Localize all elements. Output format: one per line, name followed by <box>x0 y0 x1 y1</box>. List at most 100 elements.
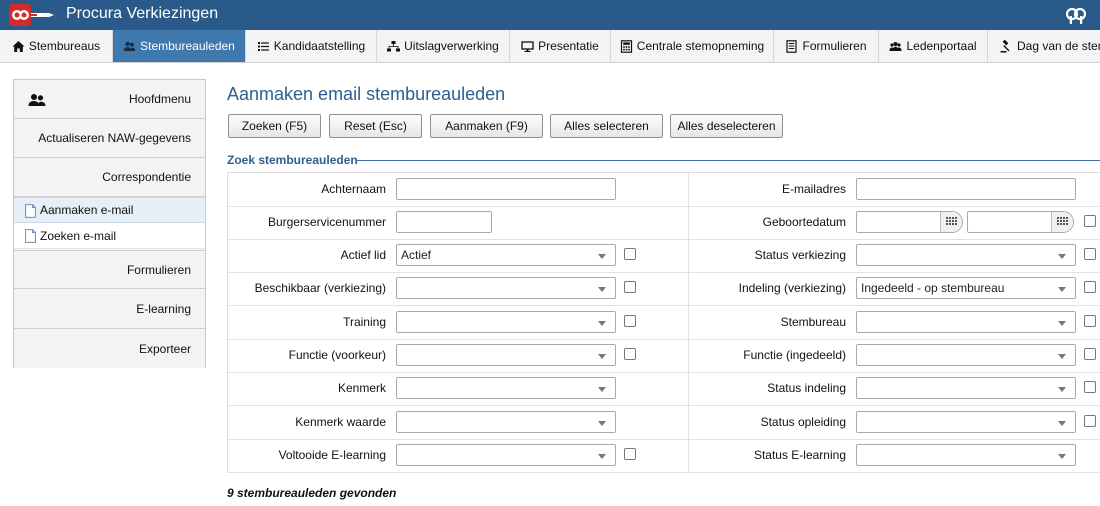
indeling-verkiezing-select[interactable]: Ingedeeld - op stembureau <box>856 277 1076 299</box>
chevron-down-icon <box>598 387 606 392</box>
voltooide-elearning-select[interactable] <box>396 444 616 466</box>
calendar-icon[interactable] <box>1051 212 1073 232</box>
document-icon <box>25 204 36 218</box>
actief-lid-select[interactable]: Actief <box>396 244 616 266</box>
functie-voorkeur-select[interactable] <box>396 344 616 366</box>
tab-centrale-stemopneming[interactable]: Centrale stemopneming <box>611 30 774 62</box>
tab-dag-van-de-stem[interactable]: Dag van de stem <box>988 30 1100 62</box>
functie-ingedeeld-checkbox[interactable] <box>1084 348 1096 360</box>
row-divider <box>228 272 1100 273</box>
field-label: Functie (ingedeeld) <box>743 348 846 362</box>
column-divider <box>688 173 689 473</box>
field-label: Kenmerk <box>337 381 386 395</box>
tab-label: Ledenportaal <box>906 39 977 53</box>
document-icon <box>785 39 798 53</box>
field-label: Burgerservicenummer <box>267 215 386 229</box>
field-label: E-mailadres <box>781 182 846 196</box>
row-divider <box>228 439 1100 440</box>
field-label: Kenmerk waarde <box>295 415 386 429</box>
calendar-icon[interactable] <box>940 212 962 232</box>
select-all-button[interactable]: Alles selecteren <box>550 114 663 138</box>
search-button[interactable]: Zoeken (F5) <box>228 114 321 138</box>
tab-label: Kandidaatstelling <box>273 39 366 53</box>
sidebar-item-actualiseren-naw[interactable]: Actualiseren NAW-gegevens <box>14 119 205 158</box>
beschikbaar-checkbox[interactable] <box>624 281 636 293</box>
status-elearning-select[interactable] <box>856 444 1076 466</box>
field-label: Status indeling <box>767 381 846 395</box>
row-divider <box>228 239 1100 240</box>
app-logo-icon <box>9 4 54 26</box>
status-verkiezing-checkbox[interactable] <box>1084 248 1096 260</box>
chevron-down-icon <box>1058 354 1066 359</box>
field-label: Training <box>343 315 386 329</box>
section-title: Zoek stembureauleden <box>227 153 358 167</box>
app-title: Procura Verkiezingen <box>66 5 219 22</box>
tab-uitslagverwerking[interactable]: Uitslagverwerking <box>377 30 510 62</box>
chevron-down-icon <box>1058 254 1066 259</box>
status-opleiding-checkbox[interactable] <box>1084 415 1096 427</box>
create-button[interactable]: Aanmaken (F9) <box>430 114 543 138</box>
training-select[interactable] <box>396 311 616 333</box>
kenmerk-waarde-select[interactable] <box>396 411 616 433</box>
geboortedatum-checkbox[interactable] <box>1084 215 1096 227</box>
monitor-icon <box>521 40 534 53</box>
row-divider <box>228 472 1100 473</box>
beschikbaar-select[interactable] <box>396 277 616 299</box>
stembureau-checkbox[interactable] <box>1084 315 1096 327</box>
achternaam-input[interactable] <box>396 178 616 200</box>
sidebar-subitem-zoeken-email[interactable]: Zoeken e-mail <box>14 223 205 249</box>
field-label: Status verkiezing <box>754 248 846 262</box>
geboortedatum-to-input[interactable] <box>967 211 1074 233</box>
sidebar-item-formulieren[interactable]: Formulieren <box>14 250 205 289</box>
training-checkbox[interactable] <box>624 315 636 327</box>
tab-formulieren[interactable]: Formulieren <box>774 30 879 62</box>
functie-voorkeur-checkbox[interactable] <box>624 348 636 360</box>
indeling-verkiezing-checkbox[interactable] <box>1084 281 1096 293</box>
status-opleiding-select[interactable] <box>856 411 1076 433</box>
geboortedatum-from-input[interactable] <box>856 211 963 233</box>
sidebar-item-hoofdmenu[interactable]: Hoofdmenu <box>14 80 205 119</box>
tab-stembureaus[interactable]: Stembureaus <box>0 30 113 62</box>
chevron-down-icon <box>1058 421 1066 426</box>
email-input[interactable] <box>856 178 1076 200</box>
field-label: Indeling (verkiezing) <box>738 281 846 295</box>
select-value: Actief <box>401 248 432 262</box>
group-icon <box>889 40 902 53</box>
row-divider <box>228 405 1100 406</box>
tab-stembureauleden[interactable]: Stembureauleden <box>113 30 246 62</box>
field-label: Beschikbaar (verkiezing) <box>254 281 386 295</box>
sidebar-item-correspondentie[interactable]: Correspondentie <box>14 158 205 197</box>
field-label: Functie (voorkeur) <box>288 348 386 362</box>
users-icon <box>28 94 46 106</box>
functie-ingedeeld-select[interactable] <box>856 344 1076 366</box>
tab-presentatie[interactable]: Presentatie <box>510 30 611 62</box>
row-divider <box>228 305 1100 306</box>
actief-lid-checkbox[interactable] <box>624 248 636 260</box>
document-icon <box>25 229 36 243</box>
tab-kandidaatstelling[interactable]: Kandidaatstelling <box>246 30 377 62</box>
chevron-down-icon <box>1058 387 1066 392</box>
kenmerk-select[interactable] <box>396 377 616 399</box>
field-label: Status opleiding <box>760 415 846 429</box>
sidebar-subitem-aanmaken-email[interactable]: Aanmaken e-mail <box>14 197 205 223</box>
status-indeling-checkbox[interactable] <box>1084 381 1096 393</box>
status-verkiezing-select[interactable] <box>856 244 1076 266</box>
tab-label: Uitslagverwerking <box>404 39 499 53</box>
tab-label: Stembureaus <box>28 39 101 53</box>
reset-button[interactable]: Reset (Esc) <box>329 114 422 138</box>
sidebar-item-label: Hoofdmenu <box>128 92 191 106</box>
select-value: Ingedeeld - op stembureau <box>861 281 1005 295</box>
sidebar-item-label: Formulieren <box>126 262 191 277</box>
stembureau-select[interactable] <box>856 311 1076 333</box>
deselect-all-button[interactable]: Alles deselecteren <box>670 114 783 138</box>
row-divider <box>228 339 1100 340</box>
sidebar-item-exporteer[interactable]: Exporteer <box>14 329 205 368</box>
sidebar-item-e-learning[interactable]: E-learning <box>14 290 205 329</box>
row-divider <box>228 206 1100 207</box>
tab-ledenportaal[interactable]: Ledenportaal <box>879 30 988 62</box>
bsn-input[interactable] <box>396 211 492 233</box>
status-indeling-select[interactable] <box>856 377 1076 399</box>
sidebar-item-label: Aanmaken e-mail <box>40 203 134 217</box>
voltooide-elearning-checkbox[interactable] <box>624 448 636 460</box>
tab-label: Formulieren <box>802 39 867 53</box>
